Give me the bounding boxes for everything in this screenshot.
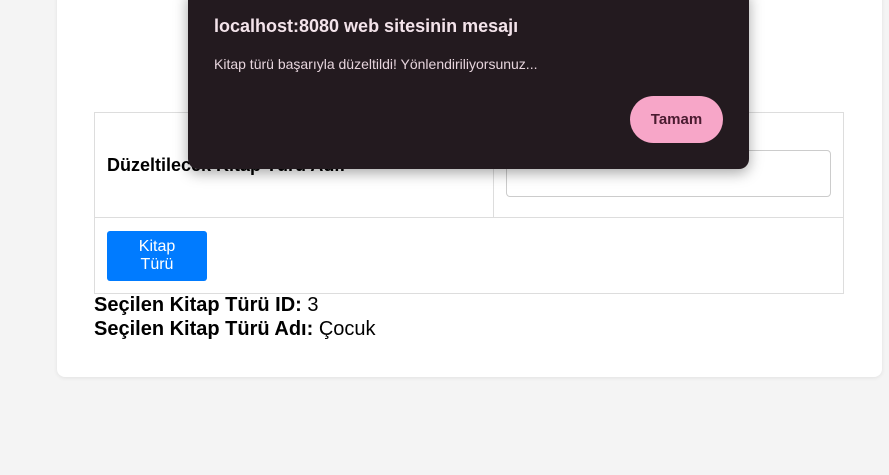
form-row-submit: Kitap Türü [94, 217, 844, 294]
selected-name-label: Seçilen Kitap Türü Adı: [94, 318, 314, 340]
ok-button[interactable]: Tamam [630, 96, 723, 143]
submit-button[interactable]: Kitap Türü [107, 230, 207, 281]
selected-name-line: Seçilen Kitap Türü Adı: Çocuk [94, 317, 376, 341]
selected-id-value: 3 [307, 294, 319, 316]
selected-info: Seçilen Kitap Türü ID: 3 Seçilen Kitap T… [94, 293, 376, 341]
selected-name-value: Çocuk [318, 318, 376, 340]
selected-id-label: Seçilen Kitap Türü ID: [94, 294, 302, 316]
alert-dialog: localhost:8080 web sitesinin mesajı Kita… [188, 0, 749, 169]
selected-id-line: Seçilen Kitap Türü ID: 3 [94, 293, 376, 317]
dialog-message: Kitap türü başarıyla düzeltildi! Yönlend… [214, 56, 538, 72]
dialog-title: localhost:8080 web sitesinin mesajı [214, 16, 519, 36]
button-cell: Kitap Türü [94, 217, 844, 294]
